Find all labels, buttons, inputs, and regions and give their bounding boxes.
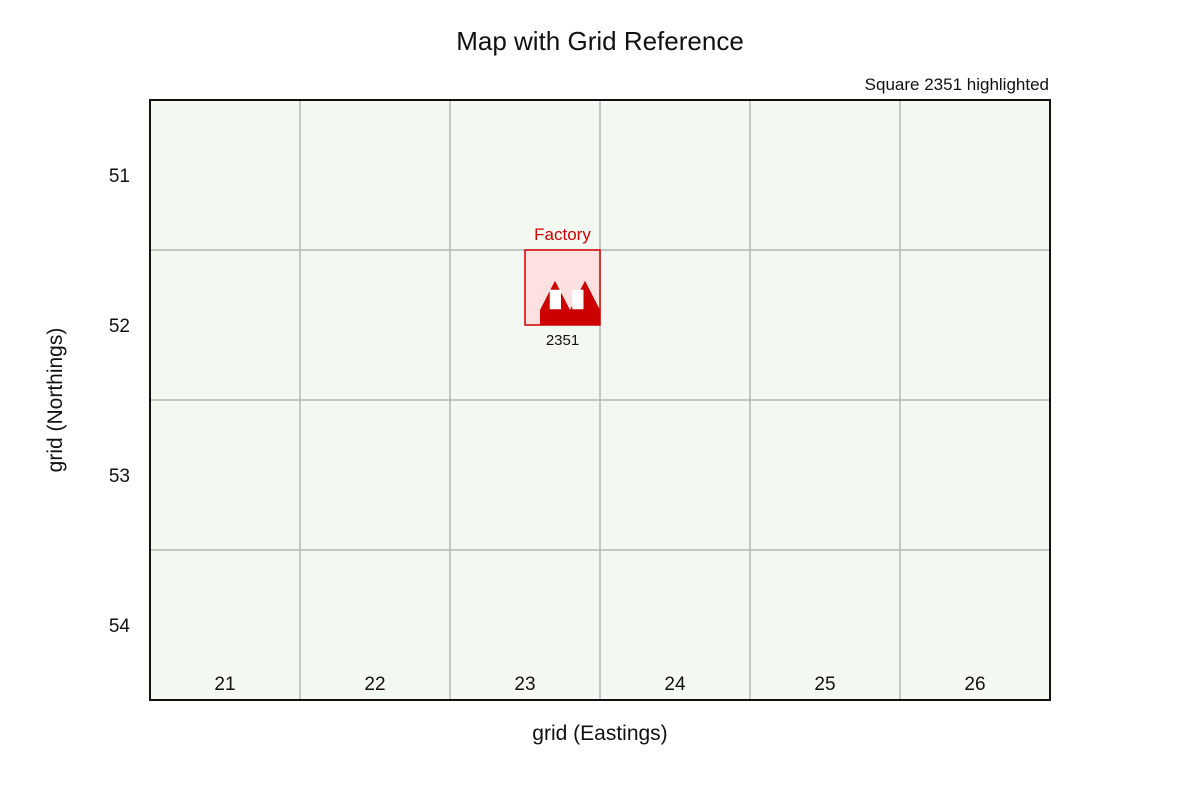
- easting-tick-label: 21: [214, 674, 235, 695]
- easting-tick-label: 22: [364, 674, 385, 695]
- easting-tick-label: 26: [964, 674, 985, 695]
- factory-label: Factory: [534, 225, 591, 244]
- y-axis-label: grid (Northings): [44, 328, 67, 473]
- northing-tick-label: 52: [109, 316, 130, 337]
- map-title: Map with Grid Reference: [456, 26, 744, 56]
- factory-window-right: [572, 289, 584, 310]
- grid-map: Map with Grid Reference Square 2351 high…: [44, 26, 1051, 745]
- northing-tick-label: 54: [109, 616, 131, 637]
- easting-tick-label: 25: [814, 674, 835, 695]
- northing-tick-label: 51: [109, 166, 130, 187]
- x-axis-label: grid (Eastings): [532, 722, 667, 745]
- grid-reference-label: 2351: [546, 332, 579, 349]
- northing-tick-label: 53: [109, 466, 130, 487]
- easting-tick-label: 24: [664, 674, 686, 695]
- factory-window-left: [549, 289, 561, 310]
- easting-tick-label: 23: [514, 674, 535, 695]
- highlight-note: Square 2351 highlighted: [865, 75, 1049, 94]
